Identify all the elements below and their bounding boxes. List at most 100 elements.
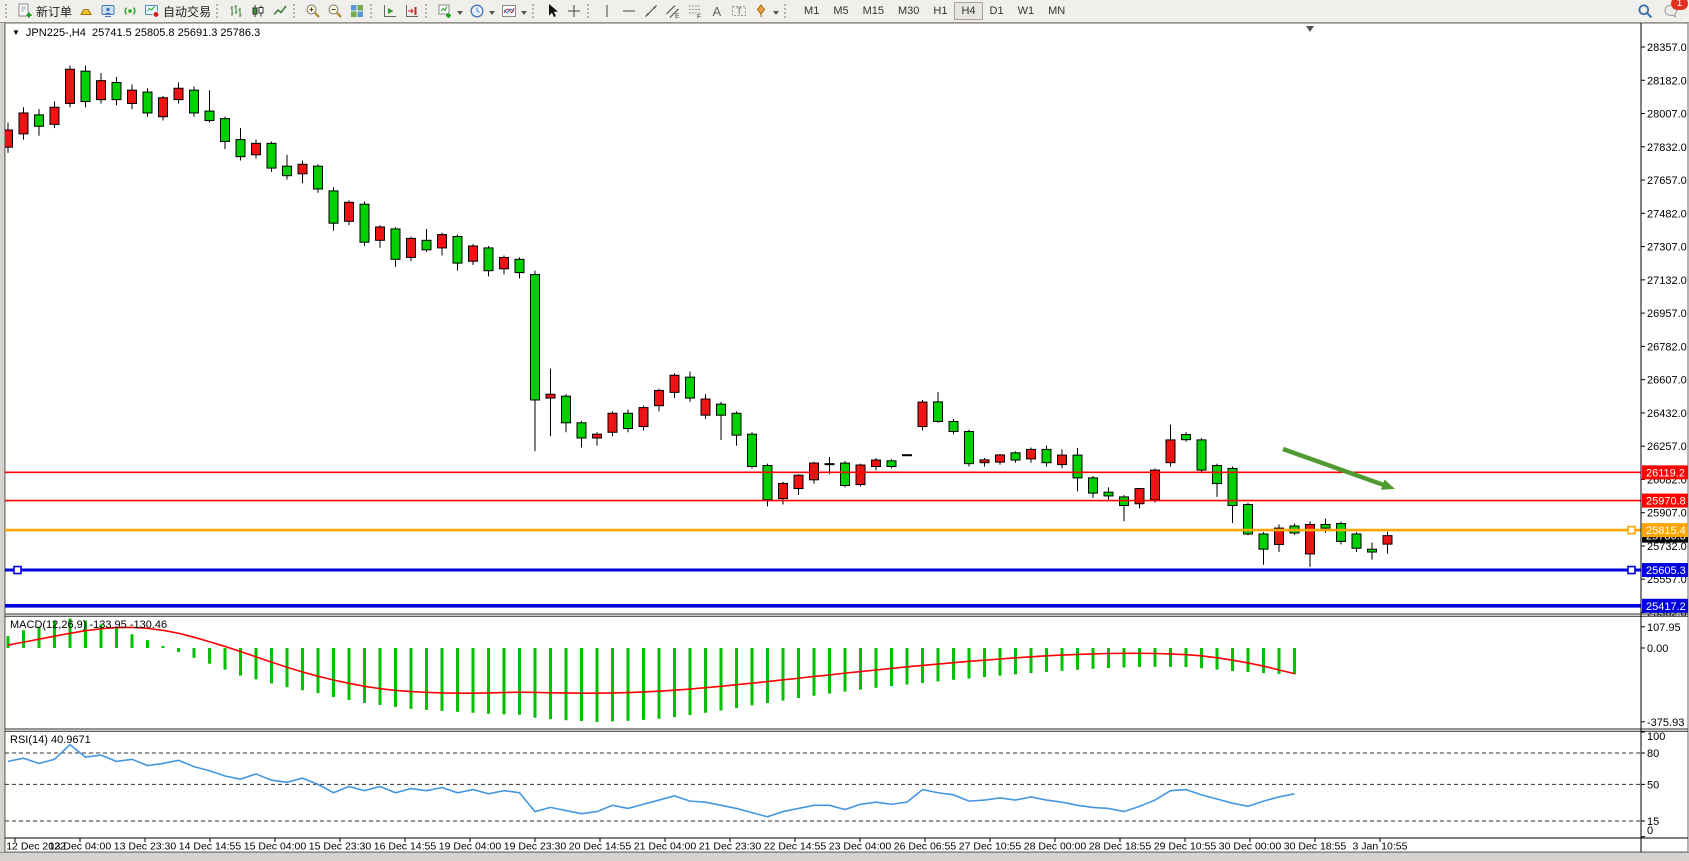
timeframe-MN[interactable]: MN (1041, 2, 1072, 20)
arrows-button[interactable] (750, 1, 782, 21)
timeframe-W1[interactable]: W1 (1011, 2, 1042, 20)
notifications-button[interactable]: 1 (1660, 1, 1682, 21)
candle (515, 259, 524, 272)
candle (174, 88, 183, 99)
toolbar-grip[interactable] (293, 4, 298, 18)
crosshair-button[interactable] (563, 1, 585, 21)
candle (577, 423, 586, 438)
candle (546, 394, 555, 398)
line-handle[interactable] (14, 567, 21, 574)
zoom-in-icon (305, 3, 321, 19)
timeframe-H1[interactable]: H1 (926, 2, 954, 20)
candle (329, 191, 338, 223)
text-button[interactable]: A (706, 1, 728, 21)
price-chart[interactable]: 28357.028182.028007.027832.027657.027482… (0, 0, 1689, 860)
fibonacci-button[interactable]: F (684, 1, 706, 21)
toolbar-grip[interactable] (532, 4, 537, 18)
price-badge: 25970.8 (1642, 494, 1688, 508)
timeframe-M30[interactable]: M30 (891, 2, 926, 20)
svg-text:26432.0: 26432.0 (1647, 408, 1687, 420)
candle (190, 90, 199, 113)
candle (1151, 470, 1160, 500)
price-badge: 26119.2 (1642, 465, 1688, 479)
line-chart-button[interactable] (269, 1, 291, 21)
candle (748, 434, 757, 466)
new-chart-button[interactable] (434, 1, 466, 21)
equidistant-channel-button[interactable]: E (662, 1, 684, 21)
svg-text:27132.0: 27132.0 (1647, 275, 1687, 287)
time-label: 23 Dec 04:00 (829, 841, 892, 853)
timeframe-D1[interactable]: D1 (983, 2, 1011, 20)
equidistant-channel-icon: E (665, 3, 681, 19)
candle (453, 237, 462, 264)
horizontal-line-button[interactable] (618, 1, 640, 21)
candle (236, 140, 245, 157)
vertical-line-button[interactable] (596, 1, 618, 21)
candle (1197, 440, 1206, 470)
svg-text:28182.0: 28182.0 (1647, 75, 1687, 87)
toolbar-grip[interactable] (587, 4, 592, 18)
candle (143, 92, 152, 113)
auto-scroll-button[interactable] (379, 1, 401, 21)
candle (1042, 449, 1051, 462)
deposit-button[interactable] (75, 1, 97, 21)
arrows-icon (753, 3, 769, 19)
svg-text:A: A (713, 4, 722, 19)
toolbar-grip[interactable] (370, 4, 375, 18)
timeframe-M1[interactable]: M1 (797, 2, 826, 20)
symbol-dropdown-icon[interactable]: ▼ (12, 28, 20, 37)
svg-text:26957.0: 26957.0 (1647, 308, 1687, 320)
candle (484, 248, 493, 271)
candle (996, 455, 1005, 462)
indicators-button[interactable] (498, 1, 530, 21)
svg-text:25605.3: 25605.3 (1646, 565, 1686, 577)
candle (66, 69, 75, 103)
candle (1213, 466, 1222, 484)
svg-text:F: F (697, 14, 701, 20)
trendline-button[interactable] (640, 1, 662, 21)
bar-chart-button[interactable] (225, 1, 247, 21)
chart-title: ▼JPN225-,H4 25741.5 25805.8 25691.3 2578… (12, 27, 260, 39)
candle (531, 275, 540, 400)
new-order-button[interactable]: 新订单 (14, 1, 75, 21)
tile-windows-button[interactable] (346, 1, 368, 21)
toolbar-grip[interactable] (216, 4, 221, 18)
top-toolbar: 新订单 自动交易 (0, 0, 1689, 23)
chart-shift-button[interactable] (401, 1, 423, 21)
time-label: 21 Dec 04:00 (634, 841, 697, 853)
svg-text:27307.0: 27307.0 (1647, 242, 1687, 254)
indicators-icon (501, 3, 517, 19)
candle (1058, 455, 1067, 465)
candle (283, 166, 292, 176)
time-label: 27 Dec 10:55 (959, 841, 1022, 853)
time-label: 30 Dec 18:55 (1284, 841, 1347, 853)
signals-button[interactable] (119, 1, 141, 21)
timeframe-M5[interactable]: M5 (826, 2, 855, 20)
line-handle[interactable] (1628, 527, 1635, 534)
profiles-button[interactable] (466, 1, 498, 21)
toolbar-grip[interactable] (425, 4, 430, 18)
line-handle[interactable] (1628, 567, 1635, 574)
time-label: 20 Dec 14:55 (569, 841, 632, 853)
candlestick-chart-button[interactable] (247, 1, 269, 21)
candle (500, 257, 509, 268)
candle (407, 238, 416, 257)
svg-text:26119.2: 26119.2 (1646, 467, 1685, 479)
zoom-out-button[interactable] (324, 1, 346, 21)
mt4-terminal: { "toolbar": { "new_order": "新订单", "auto… (0, 0, 1689, 860)
candle (1135, 489, 1144, 504)
candle (763, 466, 772, 500)
search-button[interactable] (1634, 1, 1656, 21)
timeframe-H4[interactable]: H4 (954, 2, 982, 20)
autotrade-button[interactable]: 自动交易 (141, 1, 214, 21)
candle (298, 164, 307, 174)
toolbar-grip[interactable] (784, 4, 789, 18)
timeframe-M15[interactable]: M15 (856, 2, 891, 20)
zoom-in-button[interactable] (302, 1, 324, 21)
community-icon (100, 3, 116, 19)
cursor-button[interactable] (541, 1, 563, 21)
svg-text:0.00: 0.00 (1647, 643, 1668, 655)
community-button[interactable] (97, 1, 119, 21)
text-label-button[interactable]: T (728, 1, 750, 21)
toolbar-grip[interactable] (5, 4, 10, 18)
